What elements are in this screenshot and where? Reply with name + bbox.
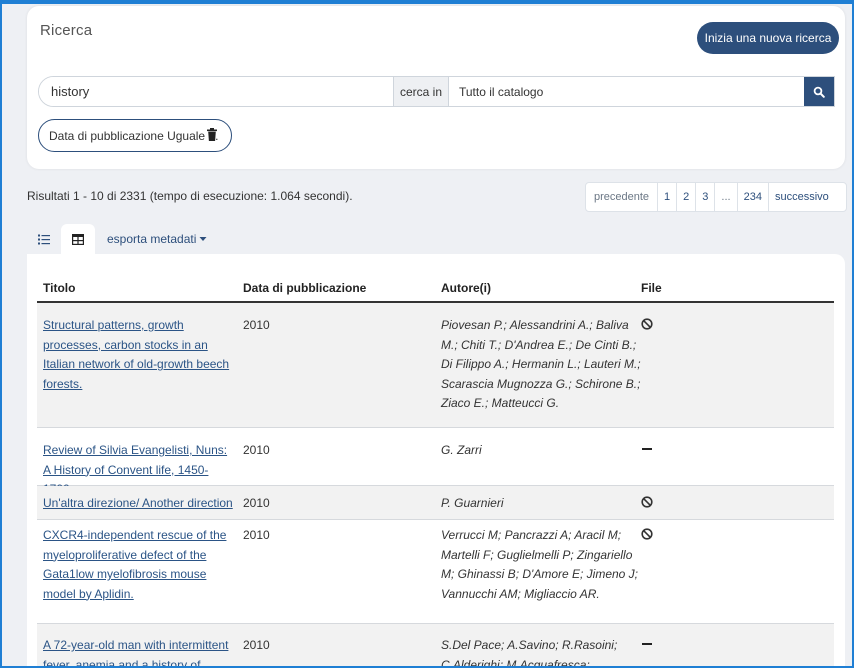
column-header-date[interactable]: Data di pubblicazione (243, 281, 366, 295)
file-status (641, 494, 653, 515)
results-table: Titolo Data di pubblicazione Autore(i) F… (27, 254, 845, 668)
result-authors: Verrucci M; Pancrazzi A; Aracil M; Marte… (441, 528, 639, 601)
filter-label: Data di pubblicazione Uguale ... (49, 128, 219, 143)
pagination-page-2[interactable]: 2 (676, 183, 695, 211)
trash-icon (207, 128, 217, 141)
result-authors: P. Guarnieri (441, 496, 504, 510)
pagination-page-last[interactable]: 234 (736, 183, 768, 211)
file-status (641, 636, 653, 657)
scope-select[interactable]: Tutto il catalogo (449, 77, 804, 106)
search-panel: Ricerca Inizia una nuova ricerca cerca i… (27, 6, 845, 169)
result-authors: Piovesan P.; Alessandrini A.; Baliva M.;… (441, 318, 641, 410)
no-access-icon (641, 318, 653, 330)
view-tabs: esporta metadati (27, 224, 207, 254)
result-date: 2010 (243, 496, 270, 510)
search-icon (813, 86, 825, 98)
dash-icon (642, 643, 652, 645)
pagination-page-1[interactable]: 1 (657, 183, 676, 211)
result-title-link[interactable]: Structural patterns, growth processes, c… (43, 316, 233, 394)
tab-list-view[interactable] (27, 224, 61, 254)
cerca-in-label: cerca in (393, 77, 449, 106)
result-title-link[interactable]: A 72-year-old man with intermittent feve… (43, 636, 233, 668)
tab-table-view[interactable] (61, 224, 95, 254)
search-input[interactable] (39, 77, 393, 106)
export-metadata-dropdown[interactable]: esporta metadati (95, 224, 207, 254)
search-heading: Ricerca (40, 22, 93, 39)
result-authors: S.Del Pace; A.Savino; R.Rasoini; C.Alder… (441, 638, 618, 668)
file-status (641, 441, 653, 462)
active-filter-pill: Data di pubblicazione Uguale ... (38, 119, 232, 152)
result-date: 2010 (243, 318, 270, 332)
pagination-next[interactable]: successivo (767, 183, 835, 211)
result-title-link[interactable]: CXCR4-independent rescue of the myelopro… (43, 526, 233, 604)
pagination-prev[interactable]: precedente (586, 183, 657, 211)
table-row: A 72-year-old man with intermittent feve… (37, 624, 834, 668)
search-button[interactable] (804, 77, 834, 106)
column-header-authors[interactable]: Autore(i) (441, 281, 491, 295)
dash-icon (642, 448, 652, 450)
remove-filter-button[interactable] (207, 128, 217, 144)
result-date: 2010 (243, 528, 270, 542)
table-grid-icon (72, 233, 84, 245)
table-row: Structural patterns, growth processes, c… (37, 303, 834, 428)
file-status (641, 526, 653, 547)
results-summary: Risultati 1 - 10 di 2331 (tempo di esecu… (27, 189, 353, 203)
result-date: 2010 (243, 638, 270, 652)
file-status (641, 316, 653, 337)
export-metadata-label: esporta metadati (107, 232, 197, 246)
search-bar: cerca in Tutto il catalogo (38, 76, 835, 107)
table-row: Un'altra direzione/ Another direction 20… (37, 486, 834, 520)
list-icon (38, 234, 50, 244)
caret-down-icon (199, 237, 207, 241)
pagination: precedente 1 2 3 ... 234 successivo (585, 182, 847, 212)
result-title-link[interactable]: Un'altra direzione/ Another direction (43, 494, 263, 514)
table-row: CXCR4-independent rescue of the myelopro… (37, 520, 834, 624)
column-header-file[interactable]: File (641, 281, 662, 295)
pagination-ellipsis: ... (714, 183, 736, 211)
new-search-button[interactable]: Inizia una nuova ricerca (697, 22, 839, 54)
pagination-page-3[interactable]: 3 (695, 183, 714, 211)
result-date: 2010 (243, 443, 270, 457)
no-access-icon (641, 528, 653, 540)
result-authors: G. Zarri (441, 443, 482, 457)
column-header-title[interactable]: Titolo (43, 281, 75, 295)
no-access-icon (641, 496, 653, 508)
table-row: Review of Silvia Evangelisti, Nuns: A Hi… (37, 428, 834, 496)
